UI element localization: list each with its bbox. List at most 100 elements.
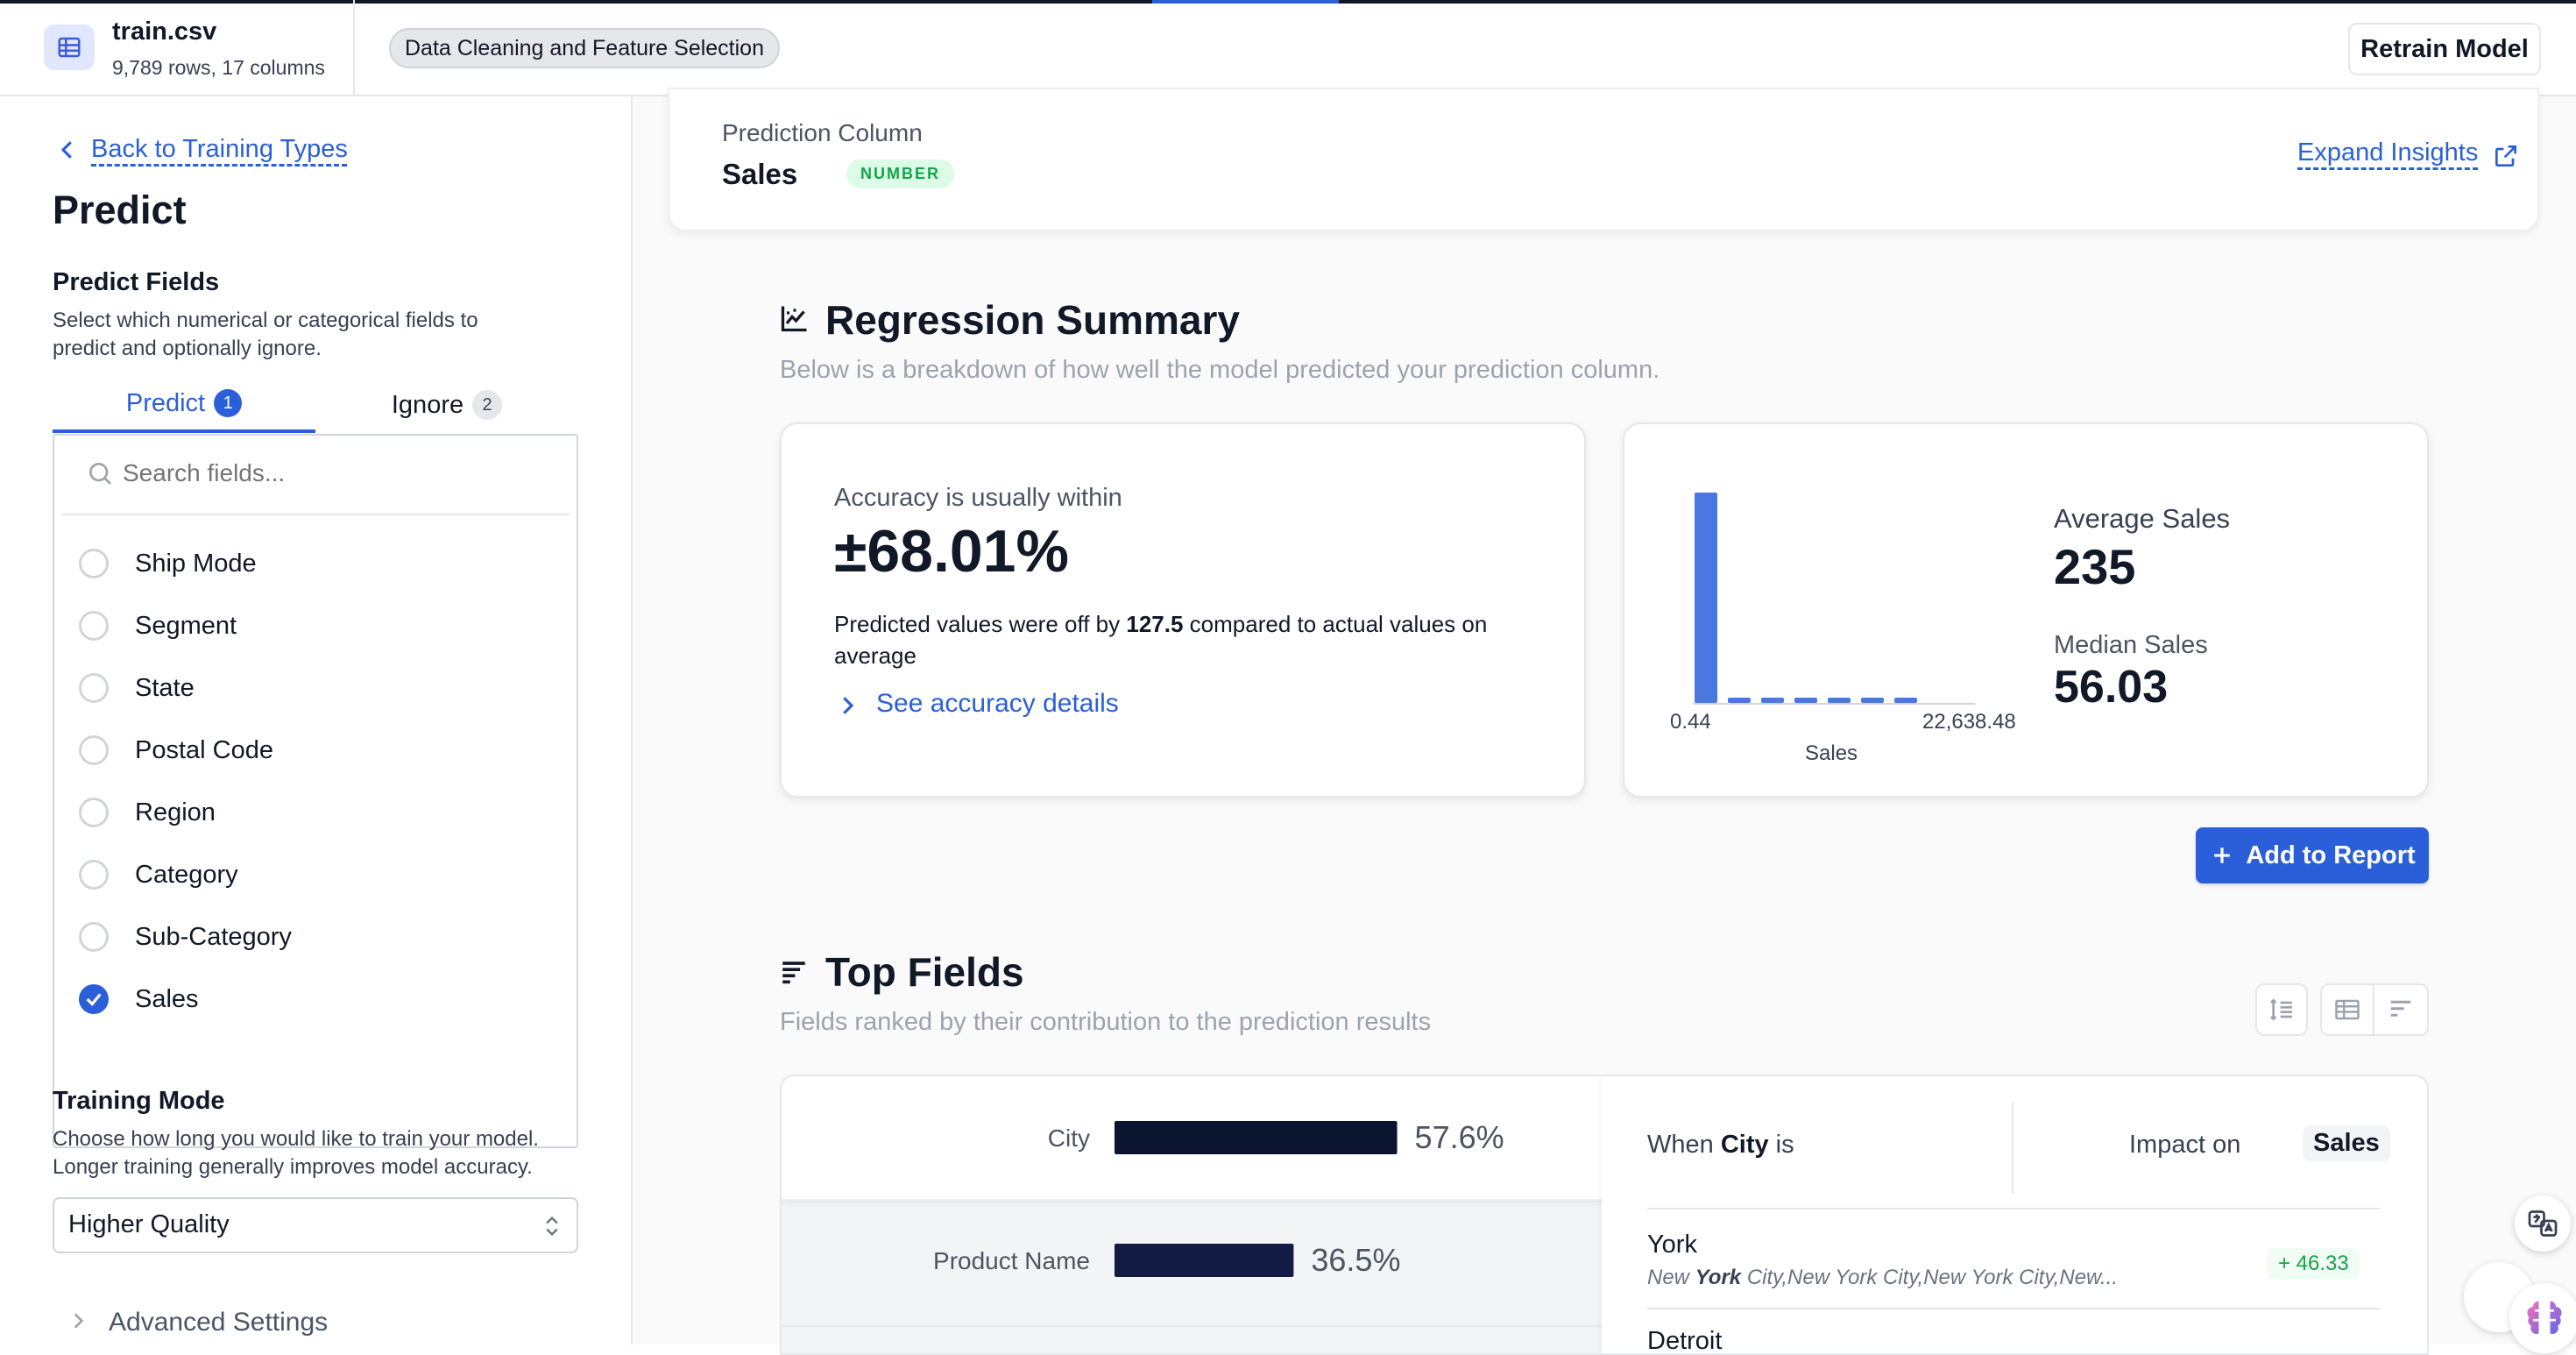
when-suffix: is (1768, 1131, 1794, 1159)
tab-ignore[interactable]: Ignore 2 (315, 377, 578, 433)
median-label: Median Sales (2054, 631, 2208, 659)
x-min-label: 0.44 (1670, 710, 1711, 734)
field-item-category[interactable]: Category (79, 848, 570, 901)
main-content: Prediction Column Sales NUMBER Expand In… (633, 88, 2576, 1355)
impact-on-label: Impact on (2129, 1131, 2241, 1159)
value-detail-pre: New (1647, 1266, 1695, 1289)
field-label: City (1048, 1124, 1090, 1152)
check-icon (86, 993, 102, 1006)
chevron-updown-icon (546, 1217, 558, 1236)
tab-predict[interactable]: Predict 1 (53, 377, 315, 433)
table-view-button[interactable] (2322, 985, 2374, 1034)
radio-button-checked[interactable] (79, 984, 109, 1014)
add-to-report-button[interactable]: Add to Report (2196, 827, 2429, 883)
search-input[interactable] (123, 454, 561, 493)
sort-button[interactable] (2255, 983, 2308, 1036)
field-item-segment[interactable]: Segment (79, 599, 570, 652)
average-label: Average Sales (2054, 503, 2231, 534)
field-contribution-value: 57.6% (1415, 1119, 1504, 1155)
field-label: Postal Code (135, 735, 273, 764)
radio-button[interactable] (79, 922, 109, 952)
field-item-state[interactable]: State (79, 662, 570, 714)
step-badge[interactable]: Data Cleaning and Feature Selection (389, 28, 780, 68)
chevron-right-icon[interactable] (67, 1308, 89, 1334)
search-icon (86, 459, 114, 487)
training-mode-select[interactable]: Higher Quality (53, 1197, 578, 1253)
progress-rule-rest (1339, 0, 2576, 4)
field-item-ship-mode[interactable]: Ship Mode (79, 537, 570, 590)
chevron-left-icon[interactable] (54, 137, 81, 163)
tab-predict-label: Predict (125, 388, 206, 417)
sidebar: Back to Training Types Predict Predict F… (0, 96, 633, 1344)
value-name: Detroit (1647, 1327, 1723, 1355)
type-tag: NUMBER (846, 160, 954, 188)
field-contribution-value: 36.5% (1311, 1242, 1400, 1278)
impact-field-tag: Sales (2303, 1125, 2390, 1161)
field-item-postal-code[interactable]: Postal Code (79, 724, 570, 777)
file-meta: 9,789 rows, 17 columns (112, 56, 325, 79)
field-label: State (135, 673, 195, 702)
top-fields-subtitle: Fields ranked by their contribution to t… (780, 1008, 1432, 1036)
training-mode-desc: Choose how long you would like to train … (53, 1127, 539, 1179)
predict-fields-desc: Select which numerical or categorical fi… (53, 309, 478, 360)
predict-fields-heading: Predict Fields (53, 268, 220, 296)
histogram-bar (1861, 698, 1884, 703)
radio-button[interactable] (79, 860, 109, 890)
radio-button[interactable] (79, 549, 109, 578)
when-prefix: When (1647, 1131, 1721, 1159)
x-max-label: 22,638.48 (1922, 710, 2016, 734)
translate-button[interactable] (2515, 1195, 2571, 1252)
off-value: 127.5 (1126, 611, 1184, 637)
top-fields-title: Top Fields (825, 949, 1024, 995)
accuracy-description: Predicted values were off by 127.5 compa… (834, 608, 1553, 671)
average-value: 235 (2054, 539, 2136, 594)
when-field: City (1720, 1131, 1769, 1159)
field-item-sub-category[interactable]: Sub-Category (79, 911, 570, 963)
expand-insights-link[interactable]: Expand Insights (2297, 138, 2478, 167)
assistant-button[interactable] (2509, 1283, 2576, 1353)
progress-rule-active (1152, 0, 1339, 4)
histogram-bar (1794, 698, 1817, 703)
retrain-model-button[interactable]: Retrain Model (2348, 23, 2541, 75)
tab-ignore-count: 2 (472, 390, 503, 420)
table-view-icon (2335, 999, 2360, 1020)
view-toggle (2320, 983, 2429, 1036)
external-link-icon[interactable] (2492, 142, 2520, 170)
chevron-right-icon[interactable] (834, 691, 860, 720)
accuracy-value: ±68.01% (834, 518, 1069, 585)
value-detail-bold: York (1695, 1266, 1742, 1289)
back-link[interactable]: Back to Training Types (91, 135, 348, 164)
field-item-region[interactable]: Region (79, 786, 570, 839)
regression-summary-subtitle: Below is a breakdown of how well the mod… (780, 356, 1660, 384)
sort-icon (2270, 998, 2292, 1021)
field-label: Product Name (933, 1247, 1090, 1274)
distribution-card: 0.44 22,638.48 Sales Average Sales 235 M… (1623, 422, 2429, 798)
field-label: Category (135, 860, 238, 889)
page-title: Predict (53, 188, 187, 232)
off-text: Predicted values were off by (834, 611, 1127, 637)
see-accuracy-details-link[interactable]: See accuracy details (876, 689, 1119, 719)
field-label: Sub-Category (135, 922, 292, 951)
radio-button[interactable] (79, 798, 109, 827)
advanced-settings-toggle[interactable]: Advanced Settings (109, 1308, 328, 1337)
field-item-sales[interactable]: Sales (79, 973, 570, 1025)
bar-view-button[interactable] (2374, 985, 2427, 1034)
table-icon (44, 25, 95, 70)
x-axis-label: Sales (1805, 741, 1858, 765)
radio-button[interactable] (79, 673, 109, 703)
median-value: 56.03 (2054, 662, 2169, 713)
divider (61, 514, 570, 515)
divider (1647, 1308, 2380, 1309)
radio-button[interactable] (79, 735, 109, 765)
histogram-bar (1728, 698, 1751, 703)
training-mode-value: Higher Quality (68, 1210, 230, 1238)
histogram-bar (1761, 698, 1784, 703)
divider (2012, 1103, 2013, 1194)
top-fields-chart: City 57.6% Product Name 36.5% (933, 1119, 1504, 1278)
tab-predict-count: 1 (214, 389, 243, 417)
radio-button[interactable] (79, 611, 109, 641)
sales-histogram (1693, 493, 1975, 705)
chart-line-icon (781, 306, 807, 332)
accuracy-label: Accuracy is usually within (834, 484, 1122, 512)
value-detail-post: City,New York City,New York City,New... (1741, 1266, 2119, 1289)
